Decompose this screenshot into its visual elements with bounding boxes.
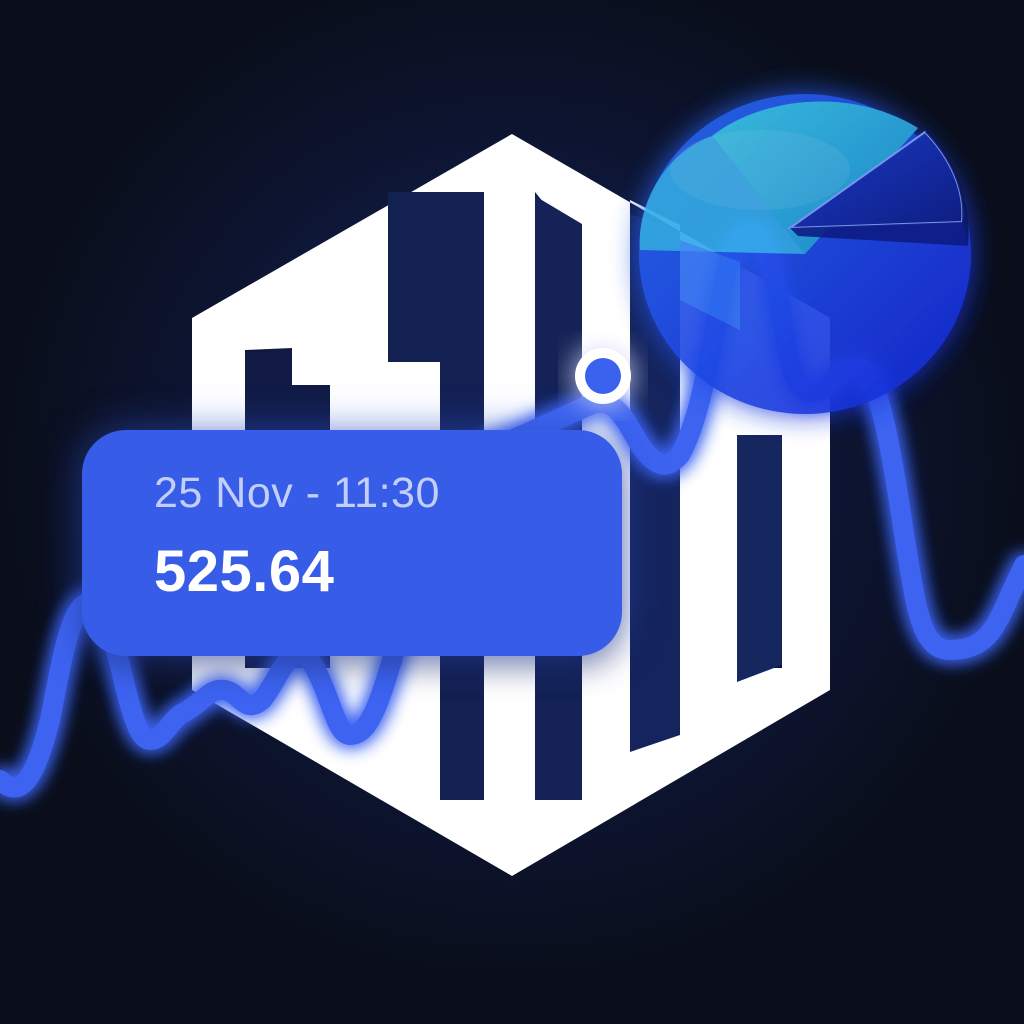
hero-illustration: 25 Nov - 11:30 525.64 [0,0,1024,1024]
pie-chart-icon [639,94,971,414]
chart-tooltip: 25 Nov - 11:30 525.64 [82,430,622,656]
tooltip-value: 525.64 [154,539,335,604]
data-point-marker-icon [575,348,631,404]
tooltip-timestamp: 25 Nov - 11:30 [154,469,440,517]
